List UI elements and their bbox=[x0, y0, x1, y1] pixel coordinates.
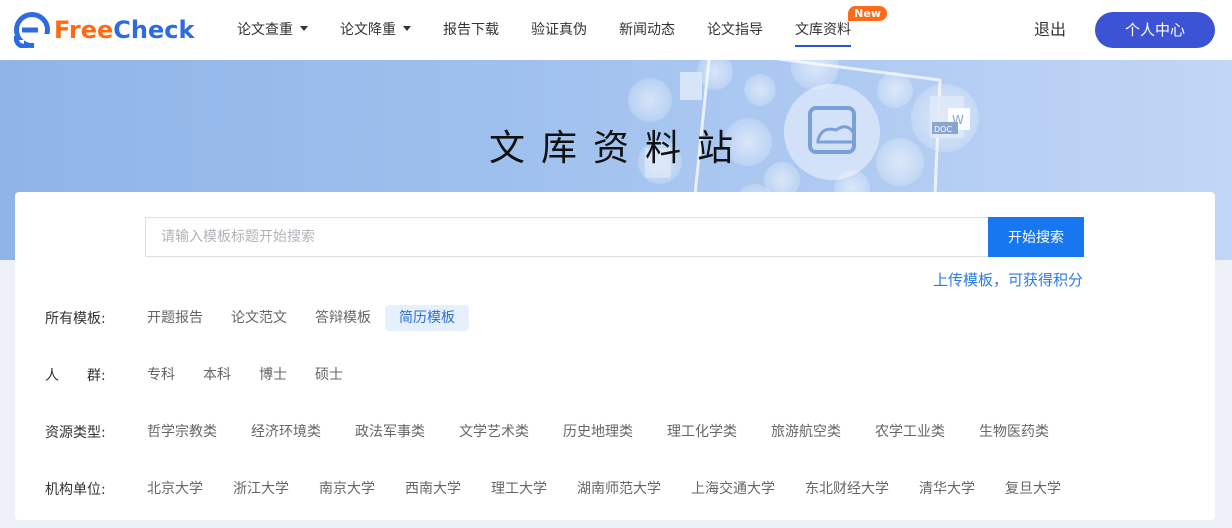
filter-option[interactable]: 清华大学 bbox=[905, 476, 989, 502]
filter-option[interactable]: 东北财经大学 bbox=[791, 476, 903, 502]
filter-option-selected[interactable]: 简历模板 bbox=[385, 305, 469, 331]
active-underline bbox=[795, 45, 851, 47]
freecheck-logo[interactable]: FreeCheck bbox=[14, 12, 194, 48]
filter-option[interactable]: 开题报告 bbox=[133, 305, 217, 331]
filter-option[interactable]: 政法军事类 bbox=[341, 419, 439, 445]
filter-options: 北京大学 浙江大学 南京大学 西南大学 理工大学 湖南师范大学 上海交通大学 东… bbox=[133, 475, 1075, 503]
filter-option[interactable]: 上海交通大学 bbox=[677, 476, 789, 502]
filter-option[interactable]: 经济环境类 bbox=[237, 419, 335, 445]
filter-option[interactable]: 历史地理类 bbox=[549, 419, 647, 445]
filter-option[interactable]: 博士 bbox=[245, 362, 301, 388]
filter-option[interactable]: 文学艺术类 bbox=[445, 419, 543, 445]
filter-option[interactable]: 答辩模板 bbox=[301, 305, 385, 331]
main-nav: 论文查重 论文降重 报告下载 验证真伪 新闻动态 论文指导 文库资料 New bbox=[221, 0, 887, 60]
filter-option[interactable]: 论文范文 bbox=[217, 305, 301, 331]
nav-news[interactable]: 新闻动态 bbox=[603, 0, 691, 60]
filter-option[interactable]: 农学工业类 bbox=[861, 419, 959, 445]
chevron-down-icon bbox=[403, 25, 411, 31]
filter-option[interactable]: 硕士 bbox=[301, 362, 357, 388]
filter-option[interactable]: 复旦大学 bbox=[991, 476, 1075, 502]
filter-option[interactable]: 本科 bbox=[189, 362, 245, 388]
logo-mark-icon bbox=[14, 12, 50, 48]
filter-option[interactable]: 哲学宗教类 bbox=[133, 419, 231, 445]
filter-option[interactable]: 理工大学 bbox=[477, 476, 561, 502]
filter-option[interactable]: 浙江大学 bbox=[219, 476, 303, 502]
logo-text: FreeCheck bbox=[54, 16, 195, 44]
template-search-input[interactable] bbox=[145, 217, 988, 257]
filter-option[interactable]: 旅游航空类 bbox=[757, 419, 855, 445]
filter-options: 哲学宗教类 经济环境类 政法军事类 文学艺术类 历史地理类 理工化学类 旅游航空… bbox=[133, 418, 1063, 446]
start-search-button[interactable]: 开始搜索 bbox=[988, 217, 1084, 257]
nav-guidance[interactable]: 论文指导 bbox=[691, 0, 779, 60]
nav-rewrite[interactable]: 论文降重 bbox=[324, 0, 427, 60]
nav-library[interactable]: 文库资料 New bbox=[779, 0, 887, 60]
chevron-down-icon bbox=[300, 25, 308, 31]
filter-option[interactable]: 西南大学 bbox=[391, 476, 475, 502]
user-center-button[interactable]: 个人中心 bbox=[1095, 12, 1215, 48]
top-header: FreeCheck 论文查重 论文降重 报告下载 验证真伪 新闻动态 论文指导 … bbox=[0, 0, 1232, 60]
filter-option[interactable]: 北京大学 bbox=[133, 476, 217, 502]
filter-options: 开题报告 论文范文 答辩模板 简历模板 bbox=[133, 304, 469, 332]
filter-option[interactable]: 专科 bbox=[133, 362, 189, 388]
logout-link[interactable]: 退出 bbox=[1034, 0, 1066, 60]
banner-title: 文库资料站 bbox=[488, 128, 749, 169]
new-badge: New bbox=[848, 6, 887, 21]
nav-plagiarism-check[interactable]: 论文查重 bbox=[221, 0, 324, 60]
filter-label: 所有模板: bbox=[45, 311, 106, 327]
filter-label: 资源类型: bbox=[45, 425, 106, 441]
nav-verify[interactable]: 验证真伪 bbox=[515, 0, 603, 60]
filter-option[interactable]: 生物医药类 bbox=[965, 419, 1063, 445]
nav-report-download[interactable]: 报告下载 bbox=[427, 0, 515, 60]
filter-option[interactable]: 理工化学类 bbox=[653, 419, 751, 445]
filter-label: 机构单位: bbox=[45, 482, 106, 498]
filter-options: 专科 本科 博士 硕士 bbox=[133, 361, 357, 389]
filter-option[interactable]: 南京大学 bbox=[305, 476, 389, 502]
upload-template-link[interactable]: 上传模板，可获得积分 bbox=[933, 269, 1083, 290]
search-filter-card: 开始搜索 上传模板，可获得积分 所有模板: 开题报告 论文范文 答辩模板 简历模… bbox=[15, 192, 1215, 520]
filter-label: 人 群: bbox=[45, 368, 106, 384]
filter-option[interactable]: 湖南师范大学 bbox=[563, 476, 675, 502]
